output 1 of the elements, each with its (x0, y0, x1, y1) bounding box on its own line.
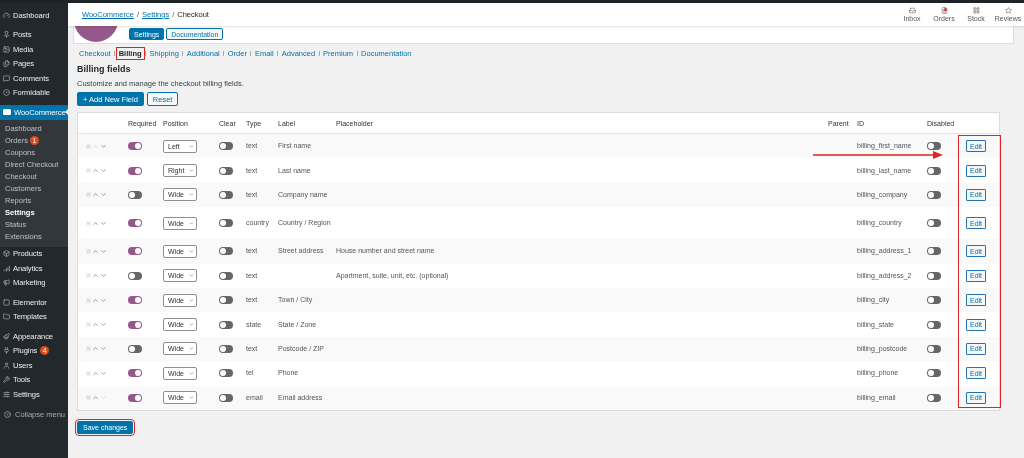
section-heading: Billing fields (77, 64, 132, 74)
